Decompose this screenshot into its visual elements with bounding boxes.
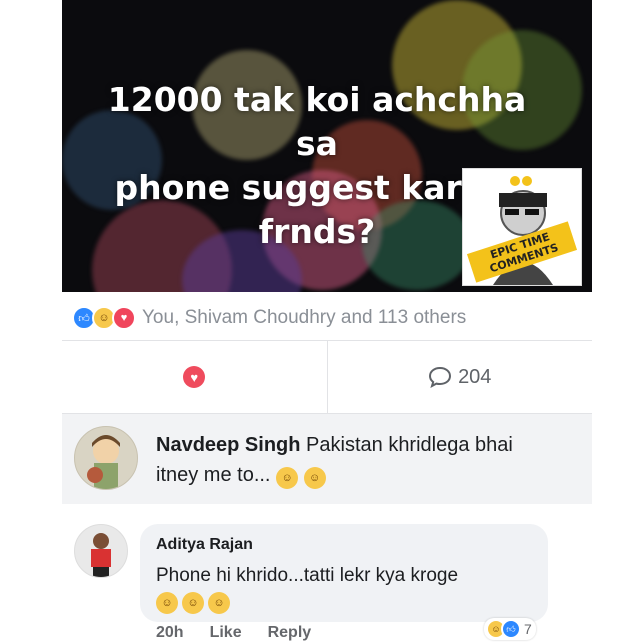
reaction-icons: 👍︎ ☺ ♥ — [72, 306, 136, 330]
comment-text: Pakistan khridlega bhai — [306, 434, 513, 456]
react-button[interactable]: ♥ — [62, 341, 327, 413]
avatar-cartoon — [87, 435, 120, 489]
like-link[interactable]: Like — [210, 624, 242, 642]
comment-time: 20h — [156, 624, 184, 641]
comment-bubble: Aditya Rajan Phone hi khrido...tatti lek… — [140, 524, 548, 622]
laughing-emoji-icon: ☺ — [182, 592, 204, 614]
reaction-count: 7 — [524, 621, 532, 637]
love-icon: ♥ — [112, 306, 136, 330]
reactions-summary[interactable]: You, Shivam Choudhry and 113 others — [142, 307, 466, 329]
comment-reactions[interactable]: ☺ 👍︎ 7 — [484, 618, 536, 640]
watermark-logo: EPIC TIME COMMENTS — [462, 168, 582, 286]
comment-bubble-icon — [429, 366, 452, 388]
post-image[interactable]: 12000 tak koi achchha sa phone suggest k… — [62, 0, 592, 292]
post-caption-line: 12000 tak koi achchha sa — [107, 80, 527, 163]
laughing-emoji-icon: ☺ — [208, 592, 230, 614]
comment-text: itney me to... — [156, 464, 271, 486]
comment-body: Phone hi khrido...tatti lekr kya kroge ☺… — [156, 562, 536, 614]
comment-author[interactable]: Navdeep Singh — [156, 434, 300, 456]
post-actions: ♥ 204 — [62, 340, 592, 414]
laughing-emoji-icon: ☺ — [156, 592, 178, 614]
avatar-photo — [91, 533, 111, 577]
reactions-bar[interactable]: 👍︎ ☺ ♥ You, Shivam Choudhry and 113 othe… — [62, 298, 592, 338]
comment-text: Phone hi khrido...tatti lekr kya kroge — [156, 565, 459, 586]
laughing-emoji-icon: ☺ — [303, 467, 326, 489]
emoji-row: ☺ ☺ ☺ — [156, 592, 536, 614]
avatar[interactable] — [74, 524, 128, 578]
love-icon: ♥ — [183, 366, 206, 388]
comment-author[interactable]: Aditya Rajan — [156, 536, 253, 554]
comment-meta: 20h Like Reply — [156, 624, 311, 642]
comment-body: Navdeep Singh Pakistan khridlega bhai it… — [156, 430, 576, 490]
comment-item: Navdeep Singh Pakistan khridlega bhai it… — [62, 414, 592, 504]
like-icon: 👍︎ — [501, 619, 521, 639]
comments-button[interactable]: 204 — [326, 341, 593, 413]
comments-count: 204 — [458, 365, 492, 388]
reply-link[interactable]: Reply — [268, 624, 312, 642]
laughing-emoji-icon: ☺ — [276, 467, 299, 489]
avatar[interactable] — [74, 426, 138, 490]
